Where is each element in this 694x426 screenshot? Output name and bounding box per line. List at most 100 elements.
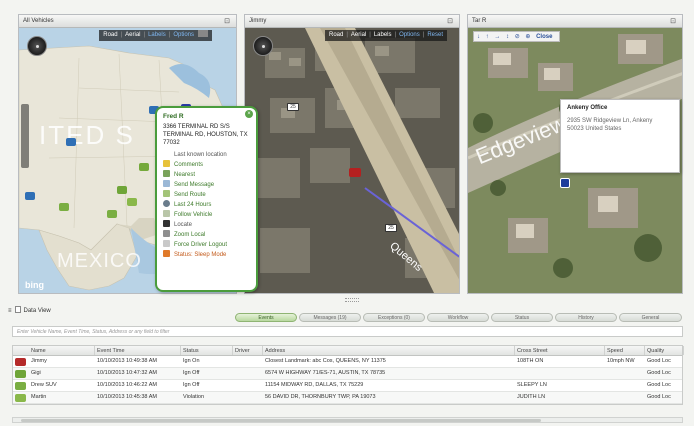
cell-name: Martin bbox=[31, 394, 47, 400]
pane-header: Tar R ⊡ bbox=[468, 15, 682, 28]
tool-down-icon[interactable]: ↓ bbox=[477, 34, 480, 40]
tab-messages[interactable]: Messages (19) bbox=[299, 313, 361, 322]
map-tools: ↓ ↑ → ↕ ⊘ ⊕ Close bbox=[473, 31, 561, 42]
scrollbar-thumb[interactable] bbox=[21, 419, 541, 422]
pin-icon[interactable]: ⊡ bbox=[447, 16, 453, 28]
tool-clear-icon[interactable]: ⊘ bbox=[515, 34, 520, 40]
vehicle-marker[interactable] bbox=[139, 163, 149, 171]
vehicle-marker[interactable] bbox=[127, 198, 137, 206]
map-jimmy[interactable]: Road | Aerial | Labels | Options | Reset 25 25 Q… bbox=[245, 28, 459, 293]
action-send-route[interactable]: Send Route bbox=[163, 190, 250, 200]
action-follow-vehicle[interactable]: Follow Vehicle bbox=[163, 210, 250, 220]
tooltip-line: 2935 SW Ridgeview Ln, Ankeny bbox=[567, 118, 653, 124]
country-label-mexico: MEXICO bbox=[57, 250, 142, 272]
column-header[interactable]: Driver bbox=[233, 346, 263, 355]
tab-status[interactable]: Status bbox=[491, 313, 553, 322]
tooltip-title: Ankeny Office bbox=[567, 105, 608, 111]
options-button[interactable]: Options bbox=[173, 32, 194, 38]
pin-icon[interactable]: ⊡ bbox=[670, 16, 676, 28]
column-header[interactable]: Quality bbox=[645, 346, 684, 355]
action-zoom-local[interactable]: Zoom Local bbox=[163, 230, 250, 240]
filter-input[interactable]: Enter Vehicle Name, Event Time, Status, … bbox=[12, 326, 683, 337]
cell-address: 56 DAVID DR, THORNBURY TWP, PA 19073 bbox=[265, 394, 376, 400]
table-row[interactable]: Gigi 10/10/2013 10:47:32 AM Ign Off 6574… bbox=[13, 368, 682, 380]
road-button[interactable]: Road bbox=[103, 32, 117, 38]
cell-status: Ign Off bbox=[183, 370, 200, 376]
cell-quality: Good Loc bbox=[647, 382, 671, 388]
column-header[interactable]: Name bbox=[13, 346, 95, 355]
cell-time: 10/10/2013 10:46:22 AM bbox=[97, 382, 157, 388]
action-status-sleep-mode[interactable]: Status: Sleep Mode bbox=[163, 250, 250, 260]
reset-button[interactable]: Reset bbox=[427, 32, 443, 38]
action-nearest[interactable]: Nearest bbox=[163, 170, 250, 180]
tool-up-icon[interactable]: ↑ bbox=[486, 34, 489, 40]
tab-workflow[interactable]: Workflow bbox=[427, 313, 489, 322]
map-pane-jimmy: Jimmy ⊡ Road | Aerial | Labels | Options | Reset bbox=[244, 14, 460, 294]
message-icon bbox=[163, 180, 170, 187]
collapse-icon[interactable]: ≡ bbox=[8, 308, 12, 314]
column-header[interactable]: Event Time bbox=[95, 346, 181, 355]
navigation-compass-icon[interactable] bbox=[27, 36, 47, 56]
tab-general[interactable]: General bbox=[619, 313, 682, 322]
vehicle-marker[interactable] bbox=[107, 210, 117, 218]
table-row[interactable]: Martin 10/10/2013 10:45:38 AM Violation … bbox=[13, 392, 682, 404]
action-locate[interactable]: Locate bbox=[163, 220, 250, 230]
cell-address: 6574 W HIGHWAY 71/ES-71, AUSTIN, TX 7873… bbox=[265, 370, 386, 376]
cell-address: 11154 MIDWAY RD, DALLAS, TX 75229 bbox=[265, 382, 364, 388]
vehicle-marker[interactable] bbox=[349, 168, 361, 177]
cell-quality: Good Loc bbox=[647, 358, 671, 364]
events-table: Name Event Time Status Driver Address Cr… bbox=[12, 345, 684, 405]
cell-status: Violation bbox=[183, 394, 204, 400]
vehicle-marker[interactable] bbox=[25, 192, 35, 200]
action-send-message[interactable]: Send Message bbox=[163, 180, 250, 190]
cell-address: Closest Landmark: abc Cos, QUEENS, NY 11… bbox=[265, 358, 386, 364]
tab-events[interactable]: Events bbox=[235, 313, 297, 322]
route-shield: 25 bbox=[287, 103, 299, 111]
cell-cross-street: 108TH ON bbox=[517, 358, 544, 364]
labels-button[interactable]: Labels bbox=[374, 32, 392, 38]
office-marker-icon[interactable] bbox=[560, 178, 570, 188]
splitter-handle[interactable] bbox=[345, 297, 359, 302]
vehicle-marker[interactable] bbox=[66, 138, 76, 146]
tool-zoom-icon[interactable]: ⊕ bbox=[525, 34, 530, 40]
action-last-24-hours[interactable]: Last 24 Hours bbox=[163, 200, 250, 210]
vehicle-marker[interactable] bbox=[59, 203, 69, 211]
tab-history[interactable]: History bbox=[555, 313, 617, 322]
zoom-slider[interactable] bbox=[21, 104, 29, 168]
horizontal-scrollbar[interactable] bbox=[12, 417, 683, 423]
data-view-header: ≡ Data View bbox=[8, 306, 51, 314]
map-toolbar: Road | Aerial | Labels | Options | Reset bbox=[325, 30, 447, 41]
options-button[interactable]: Options bbox=[399, 32, 420, 38]
cell-time: 10/10/2013 10:49:38 AM bbox=[97, 358, 157, 364]
table-row[interactable]: Drew SUV 10/10/2013 10:46:22 AM Ign Off … bbox=[13, 380, 682, 392]
dropdown-icon[interactable] bbox=[198, 30, 208, 37]
close-button[interactable]: Close bbox=[536, 34, 552, 40]
tool-right-icon[interactable]: → bbox=[494, 34, 500, 40]
panel-icon bbox=[14, 306, 21, 313]
column-header[interactable]: Status bbox=[181, 346, 233, 355]
cell-name: Jimmy bbox=[31, 358, 47, 364]
pin-icon[interactable]: ⊡ bbox=[224, 16, 230, 28]
tool-updown-icon[interactable]: ↕ bbox=[506, 34, 509, 40]
column-header[interactable]: Cross Street bbox=[515, 346, 605, 355]
action-comments[interactable]: Comments bbox=[163, 160, 250, 170]
table-row[interactable]: Jimmy 10/10/2013 10:49:38 AM Ign On Clos… bbox=[13, 356, 682, 368]
sleep-icon bbox=[163, 250, 170, 257]
column-header[interactable]: Speed bbox=[605, 346, 645, 355]
tooltip-line: 50023 United States bbox=[567, 126, 622, 132]
column-header[interactable]: Address bbox=[263, 346, 515, 355]
action-force-driver-logout[interactable]: Force Driver Logout bbox=[163, 240, 250, 250]
close-icon[interactable]: × bbox=[245, 110, 253, 118]
callout-address: 3366 TERMINAL RD S/S TERMINAL RD, HOUSTO… bbox=[163, 124, 248, 146]
navigation-compass-icon[interactable] bbox=[253, 36, 273, 56]
country-label: ITED S bbox=[39, 120, 135, 150]
labels-button[interactable]: Labels bbox=[148, 32, 166, 38]
aerial-button[interactable]: Aerial bbox=[351, 32, 366, 38]
cell-time: 10/10/2013 10:45:38 AM bbox=[97, 394, 157, 400]
vehicle-marker[interactable] bbox=[117, 186, 127, 194]
tab-exceptions[interactable]: Exceptions (0) bbox=[363, 313, 425, 322]
road-button[interactable]: Road bbox=[329, 32, 343, 38]
aerial-button[interactable]: Aerial bbox=[125, 32, 140, 38]
action-last-known-location[interactable]: Last known location bbox=[163, 150, 250, 160]
logout-icon bbox=[163, 240, 170, 247]
